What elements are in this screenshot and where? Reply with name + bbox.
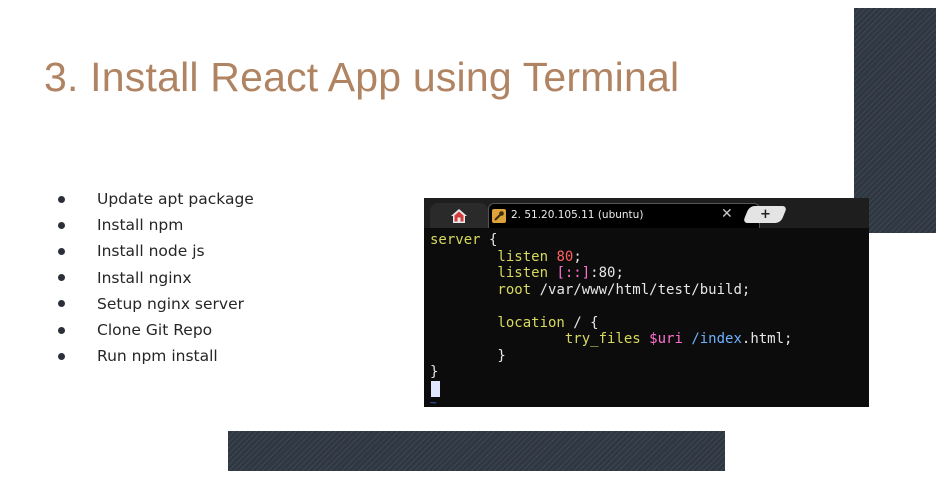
list-item-label: Clone Git Repo bbox=[97, 321, 213, 340]
decorative-hatch-block-bottom bbox=[228, 431, 725, 471]
list-item: Run npm install bbox=[58, 343, 254, 369]
code-line: } bbox=[430, 347, 506, 364]
bullet-dot-icon bbox=[58, 221, 65, 229]
code-line: listen [::]:80; bbox=[430, 265, 624, 281]
code-line: location / { bbox=[430, 314, 599, 331]
terminal-cursor bbox=[431, 381, 440, 397]
code-line: try_files $uri /index.html; bbox=[430, 331, 793, 347]
list-item: Clone Git Repo bbox=[58, 317, 254, 343]
list-item-label: Run npm install bbox=[97, 347, 218, 366]
ssh-key-icon bbox=[492, 209, 506, 223]
bullet-dot-icon bbox=[58, 195, 65, 203]
code-line: root /var/www/html/test/build; bbox=[430, 281, 751, 298]
list-item-label: Setup nginx server bbox=[97, 294, 245, 313]
bullet-list: Update apt package Install npm Install n… bbox=[58, 186, 254, 369]
bullet-dot-icon bbox=[58, 274, 65, 282]
terminal-screenshot: 2. 51.20.105.11 (ubuntu) ✕ + server { li… bbox=[424, 198, 869, 407]
code-line: } bbox=[430, 364, 439, 380]
plus-icon: + bbox=[759, 207, 771, 222]
list-item-label: Install node js bbox=[97, 242, 205, 261]
code-line: listen 80; bbox=[430, 248, 582, 265]
code-line: server { bbox=[430, 232, 498, 248]
home-icon bbox=[451, 208, 467, 223]
list-item: Install npm bbox=[58, 212, 254, 238]
tab-label: 2. 51.20.105.11 (ubuntu) bbox=[511, 209, 644, 221]
bullet-dot-icon bbox=[58, 247, 65, 255]
ssh-session-tab[interactable]: 2. 51.20.105.11 (ubuntu) ✕ bbox=[488, 203, 760, 228]
list-item: Setup nginx server bbox=[58, 291, 254, 317]
close-icon[interactable]: ✕ bbox=[721, 206, 733, 222]
list-item: Update apt package bbox=[58, 186, 254, 212]
bullet-dot-icon bbox=[58, 326, 65, 334]
home-tab[interactable] bbox=[430, 203, 488, 228]
empty-line-marker: ~ bbox=[430, 396, 437, 407]
list-item: Install nginx bbox=[58, 265, 254, 291]
list-item-label: Install nginx bbox=[97, 268, 192, 287]
new-tab-button[interactable]: + bbox=[742, 206, 788, 223]
terminal-tab-bar: 2. 51.20.105.11 (ubuntu) ✕ + bbox=[424, 198, 869, 228]
bullet-dot-icon bbox=[58, 352, 65, 360]
list-item: Install node js bbox=[58, 238, 254, 264]
slide-title: 3. Install React App using Terminal bbox=[44, 54, 680, 100]
bullet-dot-icon bbox=[58, 300, 65, 308]
list-item-label: Install npm bbox=[97, 216, 184, 235]
list-item-label: Update apt package bbox=[97, 190, 254, 209]
